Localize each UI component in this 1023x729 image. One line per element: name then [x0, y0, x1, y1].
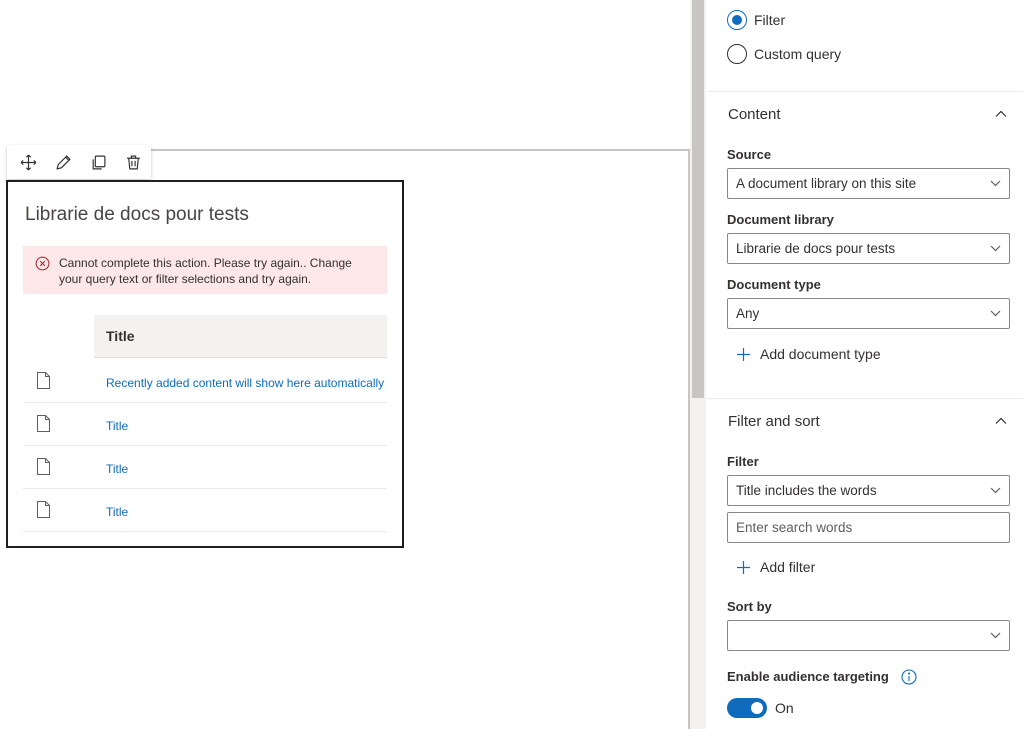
chevron-down-icon: [990, 310, 1001, 317]
table-row[interactable]: Title: [23, 403, 387, 446]
filter-dropdown[interactable]: Title includes the words: [727, 475, 1010, 506]
divider: [707, 398, 1023, 399]
document-library-webpart[interactable]: Librarie de docs pour tests Cannot compl…: [6, 180, 404, 548]
table-row[interactable]: Title: [23, 489, 387, 532]
error-icon: [35, 256, 50, 271]
add-document-type-label: Add document type: [760, 346, 881, 362]
chevron-up-icon[interactable]: [994, 109, 1008, 119]
error-message-bar: Cannot complete this action. Please try …: [23, 246, 387, 294]
document-link[interactable]: Title: [106, 505, 128, 519]
plus-icon: [737, 347, 750, 361]
filter-value: Title includes the words: [736, 483, 877, 498]
column-header-title[interactable]: Title: [94, 315, 387, 358]
document-library-dropdown[interactable]: Librarie de docs pour tests: [727, 233, 1010, 264]
document-link[interactable]: Title: [106, 462, 128, 476]
source-value: A document library on this site: [736, 176, 917, 191]
info-icon[interactable]: [901, 669, 917, 685]
search-words-input[interactable]: [727, 512, 1010, 543]
radio-button-selected[interactable]: [727, 10, 747, 30]
delete-icon: [127, 155, 140, 169]
add-filter-button[interactable]: Add filter: [737, 559, 815, 575]
property-pane: Filter Custom query Content Source A doc…: [707, 0, 1023, 729]
chevron-up-icon[interactable]: [994, 416, 1008, 426]
edit-icon: [56, 154, 71, 170]
document-icon: [37, 458, 50, 475]
radio-label: Filter: [754, 12, 786, 28]
edit-button[interactable]: [46, 145, 81, 179]
error-text: Cannot complete this action. Please try …: [59, 256, 352, 286]
document-type-label: Document type: [727, 277, 821, 292]
toggle-state-label: On: [775, 700, 794, 716]
chevron-down-icon: [990, 632, 1001, 639]
add-filter-label: Add filter: [760, 559, 816, 575]
webpart-title: Librarie de docs pour tests: [25, 204, 249, 225]
document-icon: [37, 415, 50, 432]
document-type-value: Any: [736, 306, 760, 321]
add-document-type-button[interactable]: Add document type: [737, 346, 881, 362]
document-type-dropdown[interactable]: Any: [727, 298, 1010, 329]
webpart-toolbar: [7, 145, 151, 179]
duplicate-button[interactable]: [81, 145, 116, 179]
chevron-down-icon: [990, 245, 1001, 252]
source-label: Source: [727, 147, 772, 162]
scrollbar-thumb[interactable]: [692, 0, 704, 398]
document-link[interactable]: Recently added content will show here au…: [106, 376, 384, 390]
group-title-filter-and-sort[interactable]: Filter and sort: [728, 413, 820, 430]
move-icon: [20, 154, 37, 170]
move-button[interactable]: [11, 145, 46, 179]
sort-by-dropdown[interactable]: [727, 620, 1010, 651]
table-row[interactable]: Title: [23, 446, 387, 489]
page-canvas: Librarie de docs pour tests Cannot compl…: [0, 0, 690, 729]
source-dropdown[interactable]: A document library on this site: [727, 168, 1010, 199]
plus-icon: [737, 560, 750, 574]
chevron-down-icon: [990, 180, 1001, 187]
document-library-label: Document library: [727, 212, 834, 227]
radio-button[interactable]: [727, 44, 747, 64]
radio-filter[interactable]: Filter: [727, 10, 785, 30]
document-icon: [37, 372, 50, 389]
document-icon: [37, 501, 50, 518]
delete-button[interactable]: [116, 145, 151, 179]
divider: [707, 91, 1023, 92]
table-row[interactable]: Recently added content will show here au…: [23, 360, 387, 403]
document-link[interactable]: Title: [106, 419, 128, 433]
group-title-content[interactable]: Content: [728, 106, 781, 123]
chevron-down-icon: [990, 487, 1001, 494]
audience-targeting-label: Enable audience targeting: [727, 669, 889, 684]
sort-by-label: Sort by: [727, 599, 772, 614]
duplicate-icon: [92, 155, 106, 169]
radio-label: Custom query: [754, 46, 842, 62]
document-library-value: Librarie de docs pour tests: [736, 241, 896, 256]
filter-label: Filter: [727, 454, 759, 469]
radio-custom-query[interactable]: Custom query: [727, 44, 841, 64]
audience-targeting-toggle[interactable]: [727, 698, 767, 718]
